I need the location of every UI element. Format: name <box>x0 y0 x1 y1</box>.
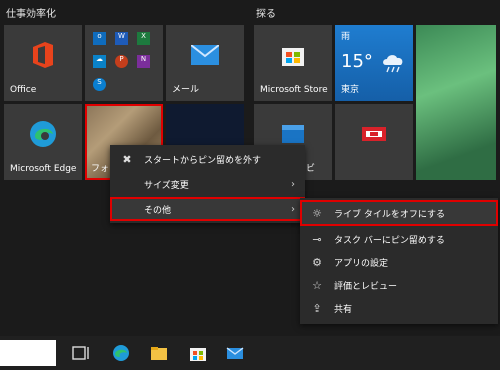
group-header-productivity: 仕事効率化 <box>6 9 56 20</box>
onedrive-icon: ☁ <box>93 55 106 68</box>
store-tile[interactable]: Microsoft Store <box>254 25 332 101</box>
turn-off-live-tile-label: ライブ タイルをオフにする <box>334 209 445 220</box>
weather-condition: 雨 <box>341 32 351 42</box>
mail-tile[interactable]: メール <box>166 25 244 101</box>
blue-app-icon <box>282 125 304 144</box>
store-taskbar-icon[interactable] <box>189 344 207 362</box>
pin-to-taskbar-label: タスク バーにピン留めする <box>334 235 445 246</box>
rate-review-item[interactable]: ☆ 評価とレビュー <box>300 273 498 297</box>
weather-tile[interactable]: 雨 15° 東京 <box>335 25 413 101</box>
mail-icon <box>191 45 219 66</box>
pin-icon: ⊸ <box>312 232 322 246</box>
unpin-from-start-item[interactable]: ✖ スタートからピン留めを外す <box>110 147 305 171</box>
red-app-tile[interactable] <box>335 104 413 180</box>
mail-tile-label: メール <box>172 85 200 95</box>
unpin-label: スタートからピン留めを外す <box>144 155 262 166</box>
outlook-icon: o <box>93 32 106 45</box>
unpin-icon: ✖ <box>122 152 132 166</box>
app-settings-item[interactable]: ⚙ アプリの設定 <box>300 250 498 274</box>
excel-icon: X <box>137 32 150 45</box>
pin-to-taskbar-item[interactable]: ⊸ タスク バーにピン留めする <box>300 227 498 251</box>
mail-taskbar-icon[interactable] <box>226 344 244 362</box>
share-label: 共有 <box>334 304 353 315</box>
gear-icon: ⚙ <box>312 255 322 269</box>
sun-icon: ☼ <box>312 206 322 220</box>
edge-icon <box>30 121 56 148</box>
red-app-icon <box>362 127 386 142</box>
edge-tile[interactable]: Microsoft Edge <box>4 104 82 180</box>
group-header-explore: 探る <box>256 9 276 20</box>
resize-item[interactable]: サイズ変更 › <box>110 172 305 196</box>
weather-temperature: 15° <box>341 51 373 72</box>
onenote-icon: N <box>137 55 150 68</box>
star-icon: ☆ <box>312 278 322 292</box>
taskbar-search-box[interactable] <box>0 340 56 366</box>
file-explorer-icon[interactable] <box>150 344 168 362</box>
tile-context-menu: ✖ スタートからピン留めを外す サイズ変更 › その他 › <box>110 145 305 223</box>
more-label: その他 <box>144 205 172 216</box>
store-icon <box>282 48 304 67</box>
app-settings-label: アプリの設定 <box>334 258 389 269</box>
share-icon: ⇪ <box>312 301 322 315</box>
office-apps-folder-tile[interactable]: o W X ☁ P N S <box>85 25 163 101</box>
powerpoint-icon: P <box>115 55 128 68</box>
turn-off-live-tile-item[interactable]: ☼ ライブ タイルをオフにする <box>300 200 498 226</box>
blue-app-tile-label: ビ <box>306 164 316 174</box>
chevron-right-icon: › <box>291 178 295 190</box>
more-submenu: ☼ ライブ タイルをオフにする ⊸ タスク バーにピン留めする ⚙ アプリの設定… <box>300 198 498 324</box>
skype-icon: S <box>93 78 106 91</box>
weather-city: 東京 <box>341 85 360 95</box>
green-tile[interactable] <box>416 25 496 180</box>
more-item[interactable]: その他 › <box>110 197 305 221</box>
share-item[interactable]: ⇪ 共有 <box>300 296 498 320</box>
office-tile[interactable]: Office <box>4 25 82 101</box>
office-tile-label: Office <box>10 85 37 95</box>
resize-label: サイズ変更 <box>144 180 189 191</box>
office-icon <box>33 42 53 69</box>
store-tile-label: Microsoft Store <box>260 85 328 95</box>
task-view-icon[interactable] <box>72 344 90 362</box>
taskbar <box>0 336 500 370</box>
chevron-right-icon: › <box>291 203 295 215</box>
edge-taskbar-icon[interactable] <box>112 344 130 362</box>
edge-tile-label: Microsoft Edge <box>10 164 77 174</box>
cloud-rain-icon <box>383 55 403 73</box>
word-icon: W <box>115 32 128 45</box>
rate-review-label: 評価とレビュー <box>334 281 398 292</box>
